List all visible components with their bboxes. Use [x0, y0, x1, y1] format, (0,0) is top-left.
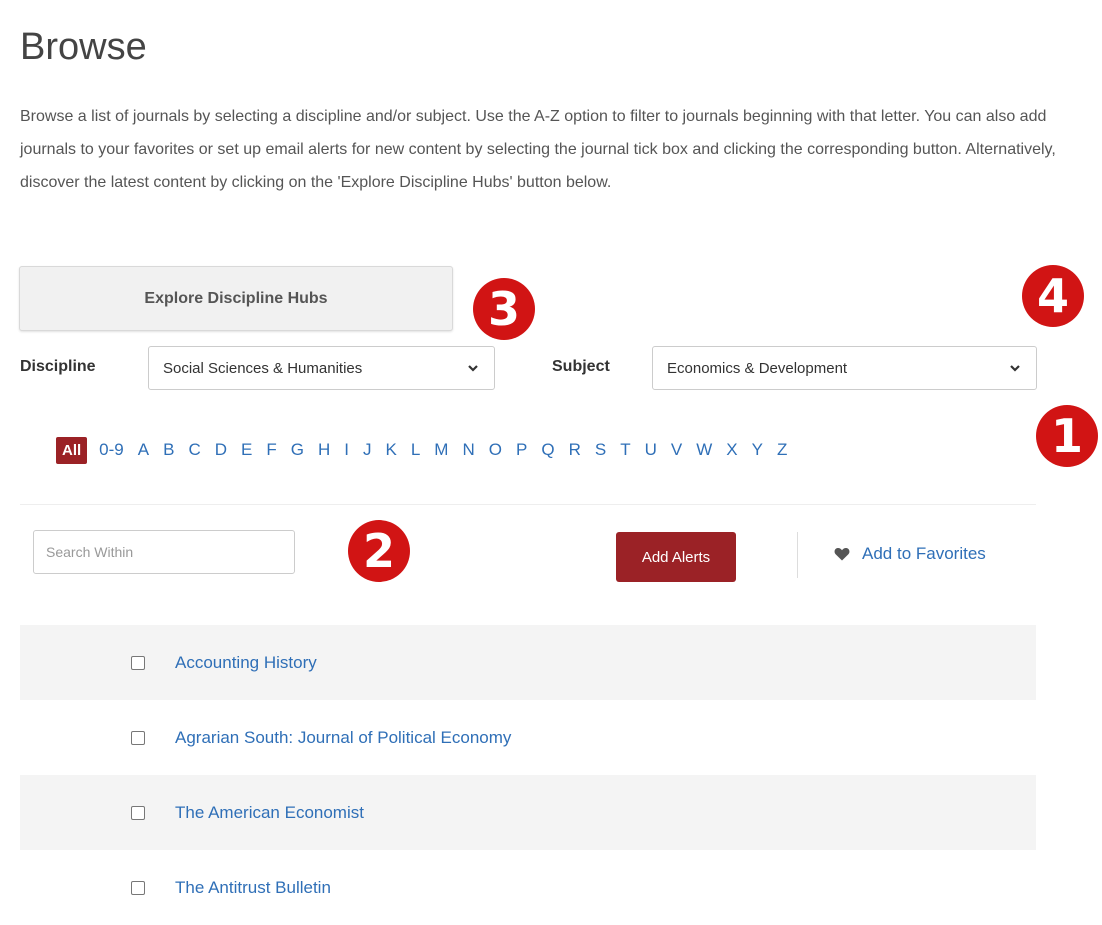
az-letter-c[interactable]: C: [188, 440, 200, 460]
az-letter-w[interactable]: W: [696, 440, 712, 460]
divider: [797, 532, 798, 578]
az-letter-b[interactable]: B: [163, 440, 174, 460]
callout-marker-1: 1: [1036, 405, 1098, 467]
callout-marker-4: 4: [1022, 265, 1084, 327]
heart-icon: [834, 547, 850, 561]
az-letter-y[interactable]: Y: [752, 440, 763, 460]
az-letter-n[interactable]: N: [462, 440, 474, 460]
page-title: Browse: [20, 26, 147, 68]
journal-link[interactable]: Agrarian South: Journal of Political Eco…: [175, 728, 511, 748]
az-letter-m[interactable]: M: [434, 440, 448, 460]
journal-link[interactable]: Accounting History: [175, 653, 317, 673]
add-to-favorites-label: Add to Favorites: [862, 544, 986, 563]
journal-row: The American Economist: [20, 775, 1036, 850]
az-letter-v[interactable]: V: [671, 440, 682, 460]
az-letter-a[interactable]: A: [138, 440, 149, 460]
journal-row: Accounting History: [20, 625, 1036, 700]
intro-text: Browse a list of journals by selecting a…: [20, 108, 1056, 191]
discipline-label: Discipline: [20, 358, 96, 375]
az-letter-k[interactable]: K: [385, 440, 396, 460]
az-letter-h[interactable]: H: [318, 440, 330, 460]
chevron-down-icon: [1010, 365, 1020, 372]
az-filter-bar: All 0-9 A B C D E F G H I J K L M N O P Q R S T U V W X Y Z: [56, 433, 801, 467]
az-letter-q[interactable]: Q: [541, 440, 554, 460]
az-letter-s[interactable]: S: [595, 440, 606, 460]
journal-checkbox[interactable]: [131, 655, 145, 670]
journal-checkbox[interactable]: [131, 880, 145, 895]
search-within-input[interactable]: [33, 530, 295, 574]
az-letter-i[interactable]: I: [344, 440, 349, 460]
journal-list: Accounting History Agrarian South: Journa…: [20, 625, 1036, 925]
discipline-select-value: Social Sciences & Humanities: [163, 359, 363, 377]
az-letter-g[interactable]: G: [291, 440, 304, 460]
az-letter-f[interactable]: F: [266, 440, 276, 460]
az-letter-j[interactable]: J: [363, 440, 372, 460]
az-letter-u[interactable]: U: [645, 440, 657, 460]
az-letter-0-9[interactable]: 0-9: [99, 440, 124, 460]
az-letter-r[interactable]: R: [569, 440, 581, 460]
az-letter-p[interactable]: P: [516, 440, 527, 460]
add-alerts-button[interactable]: Add Alerts: [616, 532, 736, 582]
journal-row: The Antitrust Bulletin: [20, 850, 1036, 925]
chevron-down-icon: [468, 365, 478, 372]
subject-select[interactable]: Economics & Development: [652, 346, 1037, 390]
subject-label: Subject: [552, 358, 610, 375]
divider: [20, 504, 1036, 505]
az-all-button[interactable]: All: [56, 436, 88, 464]
journal-link[interactable]: The American Economist: [175, 803, 364, 823]
callout-marker-3: 3: [473, 278, 535, 340]
discipline-select[interactable]: Social Sciences & Humanities: [148, 346, 495, 390]
journal-link[interactable]: The Antitrust Bulletin: [175, 878, 331, 898]
callout-marker-2: 2: [348, 520, 410, 582]
explore-discipline-hubs-button[interactable]: Explore Discipline Hubs: [19, 266, 453, 331]
journal-checkbox[interactable]: [131, 805, 145, 820]
az-letter-o[interactable]: O: [489, 440, 502, 460]
az-letter-d[interactable]: D: [215, 440, 227, 460]
journal-row: Agrarian South: Journal of Political Eco…: [20, 700, 1036, 775]
az-letter-t[interactable]: T: [620, 440, 630, 460]
subject-select-value: Economics & Development: [667, 359, 848, 377]
az-letter-z[interactable]: Z: [777, 440, 787, 460]
az-letter-l[interactable]: L: [411, 440, 420, 460]
az-letter-e[interactable]: E: [241, 440, 252, 460]
journal-checkbox[interactable]: [131, 730, 145, 745]
az-letter-x[interactable]: X: [726, 440, 737, 460]
add-to-favorites-link[interactable]: Add to Favorites: [834, 544, 986, 564]
